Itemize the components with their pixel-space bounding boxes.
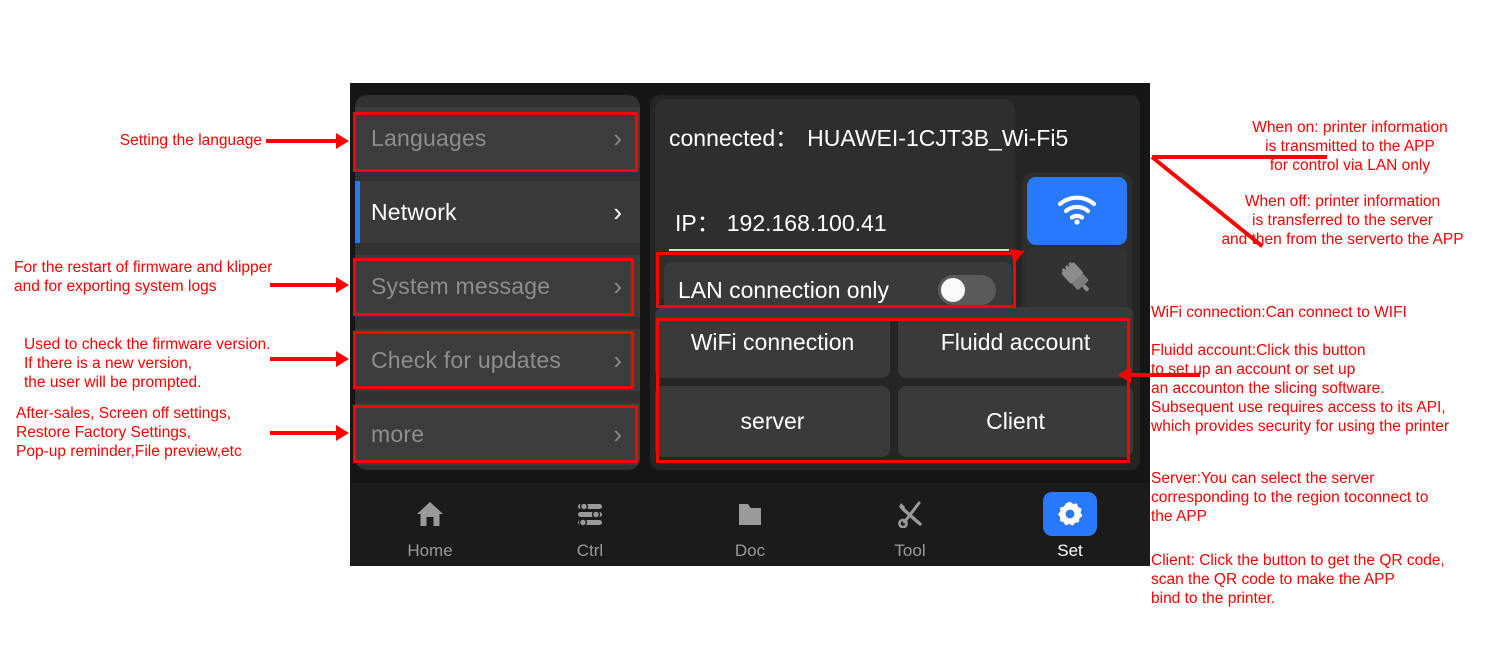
connected-ssid-row: connected： HUAWEI-1CJT3B_Wi-Fi5	[669, 119, 1068, 153]
server-button[interactable]: server	[655, 386, 890, 457]
settings-sidebar: Languages › Network › System message › C…	[355, 95, 640, 470]
annotation-lan-on: When on: printer information is transmit…	[1252, 119, 1448, 174]
sidebar-item-label: more	[371, 420, 425, 447]
nav-item-label: Home	[407, 541, 453, 560]
nav-item-tool[interactable]: Tool	[830, 483, 990, 566]
arrow-head-fluidd	[1118, 367, 1131, 383]
home-icon	[403, 492, 457, 536]
sidebar-item-languages[interactable]: Languages ›	[355, 107, 640, 169]
sidebar-item-label: Network	[371, 198, 457, 225]
annotation-wifi-connection: WiFi connection:Can connect to WIFI	[1151, 304, 1407, 321]
arrow-head-check-for-updates	[336, 351, 349, 367]
connection-type-switcher	[1022, 173, 1132, 318]
nav-item-label: Tool	[894, 541, 926, 560]
printer-touchscreen: Languages › Network › System message › C…	[350, 83, 1150, 566]
arrow-head-system-message	[336, 277, 349, 293]
sidebar-item-label: System message	[371, 272, 551, 299]
arrow-line-system-message	[270, 283, 338, 287]
sidebar-item-label: Languages	[371, 124, 487, 151]
sidebar-item-network[interactable]: Network ›	[355, 181, 640, 243]
chevron-right-icon: ›	[613, 271, 622, 301]
sidebar-item-check-for-updates[interactable]: Check for updates ›	[355, 329, 640, 391]
annotation-lan-off: When off: printer information is transfe…	[1221, 193, 1464, 248]
gear-icon	[1043, 492, 1097, 536]
settings-screen: Languages › Network › System message › C…	[350, 83, 1150, 483]
arrow-head-more	[336, 425, 349, 441]
annotation-check-for-updates: Used to check the firmware version. If t…	[24, 336, 271, 391]
nav-item-label: Set	[1057, 541, 1083, 560]
toggle-knob	[941, 278, 965, 302]
sidebar-item-system-message[interactable]: System message ›	[355, 255, 640, 317]
ethernet-plug-icon	[1057, 261, 1097, 301]
network-status-card: connected： HUAWEI-1CJT3B_Wi-Fi5 IP： 192.16…	[655, 99, 1068, 318]
sidebar-item-more[interactable]: more ›	[355, 403, 640, 465]
chevron-right-icon: ›	[613, 345, 622, 375]
sliders-icon	[563, 492, 617, 536]
chevron-right-icon: ›	[613, 123, 622, 153]
bottom-navigation-bar: Home Ctrl Doc Tool Set	[350, 483, 1150, 566]
ssid-value: HUAWEI-1CJT3B_Wi-Fi5	[807, 125, 1069, 151]
fluidd-account-button[interactable]: Fluidd account	[898, 307, 1133, 378]
network-action-grid: WiFi connection Fluidd account server Cl…	[655, 307, 1133, 457]
ip-value: 192.168.100.41	[726, 210, 887, 236]
nav-item-doc[interactable]: Doc	[670, 483, 830, 566]
arrow-line-check-for-updates	[270, 357, 338, 361]
network-settings-panel: connected： HUAWEI-1CJT3B_Wi-Fi5 IP： 192.16…	[650, 95, 1140, 470]
ip-label: IP：	[675, 210, 720, 236]
annotation-system-message: For the restart of firmware and klipper …	[14, 259, 273, 295]
annotation-fluidd-account: Fluidd account:Click this button to set …	[1151, 342, 1450, 435]
lan-connection-only-toggle[interactable]	[938, 275, 996, 305]
annotation-languages: Setting the language	[119, 132, 262, 149]
nav-item-ctrl[interactable]: Ctrl	[510, 483, 670, 566]
connected-label: connected：	[669, 125, 799, 151]
chevron-right-icon: ›	[613, 419, 622, 449]
wifi-mode-button[interactable]	[1027, 177, 1127, 245]
annotation-server: Server:You can select the server corresp…	[1151, 470, 1429, 525]
sidebar-item-label: Check for updates	[371, 346, 562, 373]
annotation-client: Client: Click the button to get the QR c…	[1151, 552, 1445, 607]
wifi-connection-button[interactable]: WiFi connection	[655, 307, 890, 378]
arrow-line-more	[270, 431, 338, 435]
arrow-line-fluidd	[1130, 373, 1200, 377]
wifi-icon	[1056, 193, 1098, 230]
ip-address-row: IP： 192.168.100.41	[675, 204, 887, 238]
chevron-right-icon: ›	[613, 197, 622, 227]
folder-icon	[723, 492, 777, 536]
nav-item-label: Doc	[734, 541, 766, 560]
nav-item-home[interactable]: Home	[350, 483, 510, 566]
arrow-line-languages	[266, 139, 338, 143]
divider	[669, 249, 1009, 251]
ethernet-mode-button[interactable]	[1027, 247, 1127, 315]
lan-connection-only-label: LAN connection only	[678, 276, 889, 303]
nav-item-set[interactable]: Set	[990, 483, 1150, 566]
nav-item-label: Ctrl	[576, 541, 604, 560]
arrow-line-lan	[1152, 155, 1327, 159]
client-button[interactable]: Client	[898, 386, 1133, 457]
arrow-head-languages	[336, 133, 349, 149]
active-indicator-bar	[355, 181, 360, 243]
tools-icon	[883, 492, 937, 536]
